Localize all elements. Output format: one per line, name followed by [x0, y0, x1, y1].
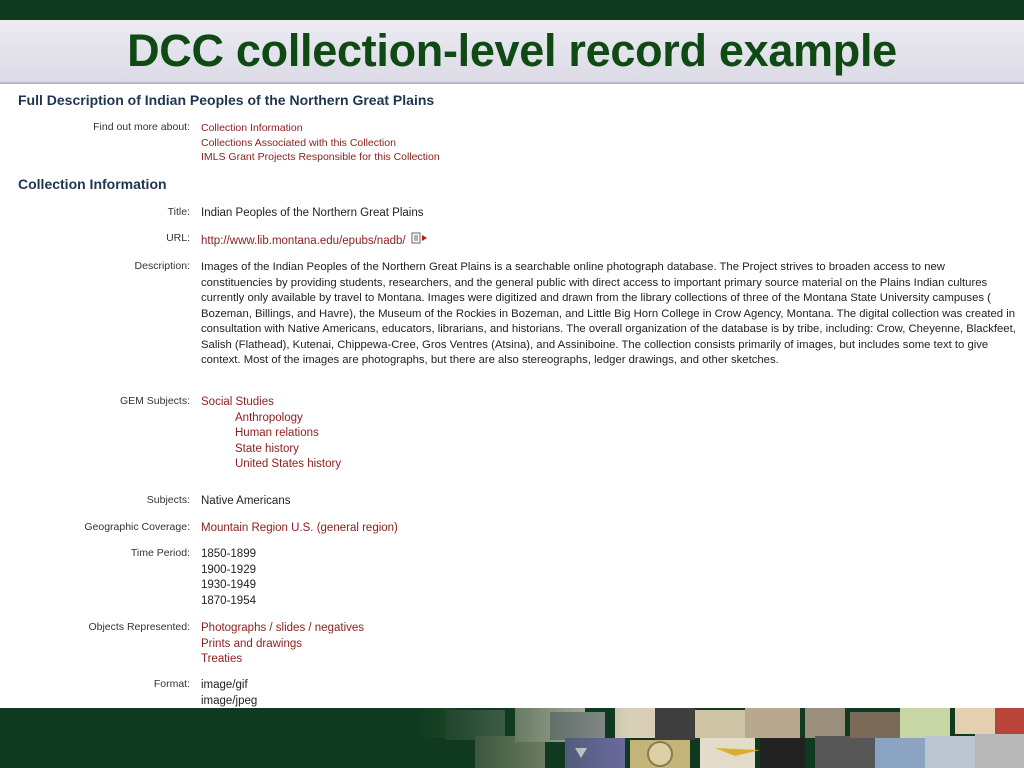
objects-represented-label: Objects Represented:	[88, 621, 190, 633]
geographic-coverage-link[interactable]: Mountain Region U.S. (general region)	[201, 521, 398, 537]
geographic-coverage-label: Geographic Coverage:	[84, 521, 190, 533]
format-label: Format:	[153, 678, 190, 690]
record-screenshot: Full Description of Indian Peoples of th…	[0, 84, 1024, 708]
link-imls-grant-projects[interactable]: IMLS Grant Projects Responsible for this…	[201, 150, 440, 165]
url-link[interactable]: http://www.lib.montana.edu/epubs/nadb/	[201, 235, 406, 247]
gem-subject-state-history[interactable]: State history	[201, 442, 341, 458]
url-label: URL:	[166, 232, 190, 244]
gem-subject-anthropology[interactable]: Anthropology	[201, 411, 341, 427]
top-band	[0, 0, 1024, 20]
link-associated-collections[interactable]: Collections Associated with this Collect…	[201, 136, 440, 151]
description-value: Images of the Indian Peoples of the Nort…	[201, 261, 1016, 366]
gem-subject-human-relations[interactable]: Human relations	[201, 426, 341, 442]
bottom-band	[0, 708, 1024, 768]
title-value: Indian Peoples of the Northern Great Pla…	[201, 207, 424, 219]
object-treaties-link[interactable]: Treaties	[201, 652, 364, 668]
time-period-value: 1870-1954	[201, 594, 256, 607]
external-link-icon[interactable]	[411, 232, 429, 250]
find-out-links: Collection Information Collections Assoc…	[201, 121, 440, 165]
gem-subject-social-studies[interactable]: Social Studies	[201, 395, 341, 411]
gem-subject-us-history[interactable]: United States history	[201, 457, 341, 473]
description-label: Description:	[134, 260, 190, 272]
title-label: Title:	[167, 206, 190, 218]
time-period-value: 1930-1949	[201, 579, 256, 591]
format-value: image/jpeg	[201, 694, 258, 707]
subjects-label: Subjects:	[146, 494, 190, 506]
subjects-value: Native Americans	[201, 495, 291, 507]
title-bar: DCC collection-level record example	[0, 20, 1024, 84]
time-period-value: 1850-1899	[201, 548, 256, 560]
gem-subjects-label: GEM Subjects:	[119, 395, 190, 407]
object-prints-drawings-link[interactable]: Prints and drawings	[201, 637, 364, 653]
collection-information-heading: Collection Information	[18, 176, 167, 192]
time-period-label: Time Period:	[130, 547, 190, 559]
full-description-heading: Full Description of Indian Peoples of th…	[18, 92, 435, 108]
object-photographs-link[interactable]: Photographs / slides / negatives	[201, 621, 364, 637]
slide-title: DCC collection-level record example	[127, 25, 897, 76]
photo-collage-image	[415, 708, 1024, 768]
find-out-label: Find out more about:	[93, 121, 190, 133]
link-collection-information[interactable]: Collection Information	[201, 121, 440, 136]
format-value: image/gif	[201, 679, 248, 691]
time-period-value: 1900-1929	[201, 563, 256, 576]
